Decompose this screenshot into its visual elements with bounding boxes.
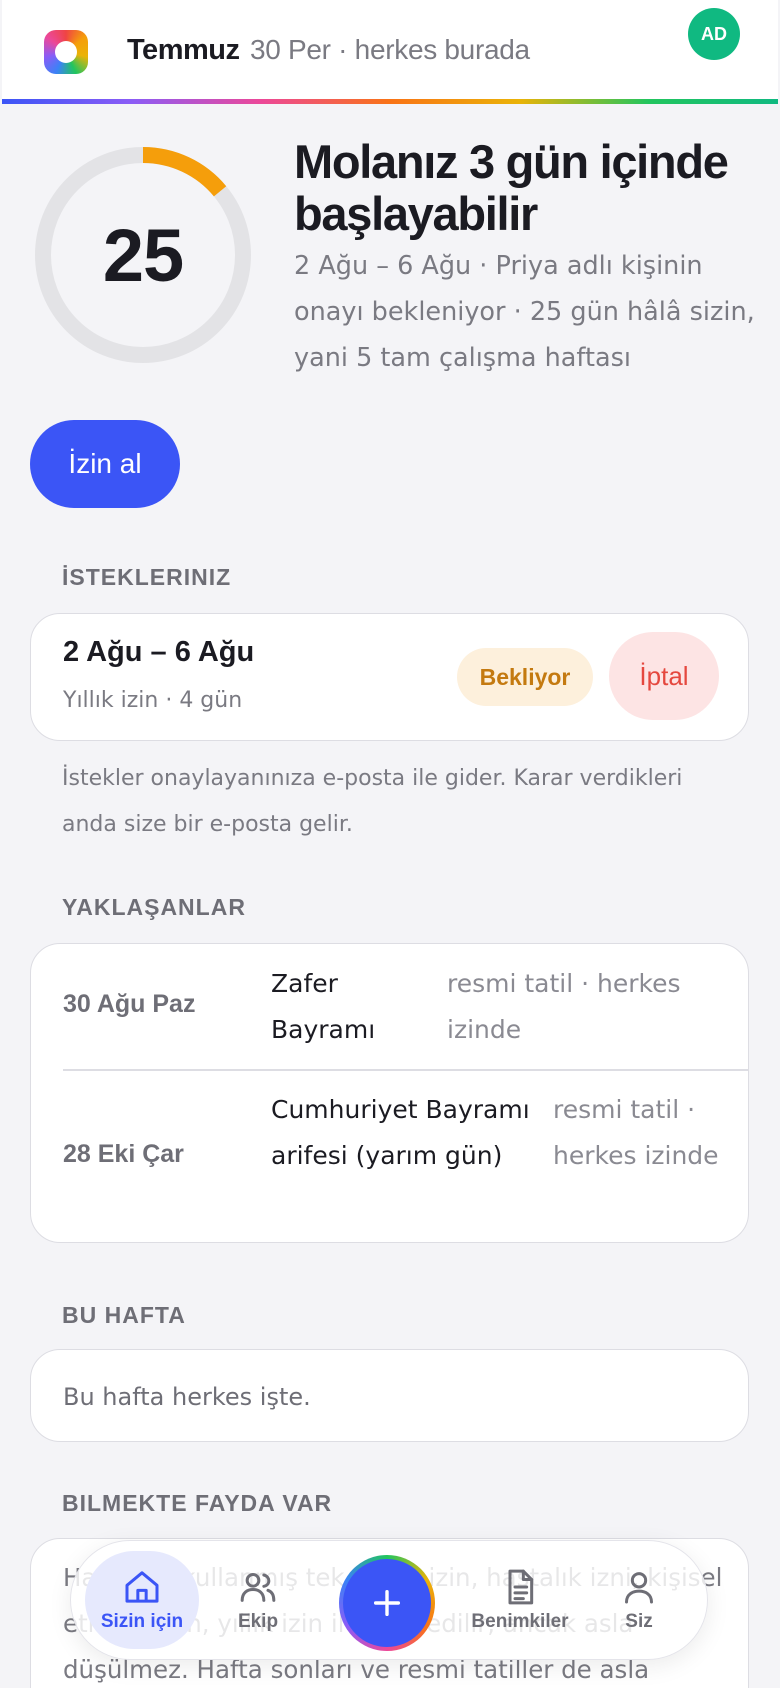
holiday-date: 28 Eki Çar bbox=[63, 1140, 184, 1168]
request-card: 2 Ağu – 6 Ağu Yıllık izin · 4 gün Bekliy… bbox=[30, 613, 749, 741]
upcoming-card: 30 Ağu Paz Zafer Bayramı resmi tatil · h… bbox=[30, 943, 749, 1243]
nav-item-mine[interactable]: Benimkiler bbox=[455, 1541, 585, 1659]
home-icon bbox=[125, 1571, 159, 1603]
request-dates: 2 Ağu – 6 Ağu bbox=[63, 636, 255, 668]
nav-item-for-you[interactable]: Sizin için bbox=[82, 1541, 202, 1659]
fab-inner bbox=[343, 1559, 431, 1647]
nav-label: Sizin için bbox=[100, 1611, 184, 1632]
bottom-nav: Sizin için Ekip Benimkiler Siz bbox=[70, 1540, 708, 1660]
holiday-name: Zafer Bayramı bbox=[271, 969, 376, 1044]
status-badge: Bekliyor bbox=[457, 648, 593, 706]
nav-label: Ekip bbox=[237, 1611, 279, 1632]
holiday-date: 30 Ağu Paz bbox=[63, 990, 196, 1018]
holiday-name: Cumhuriyet Bayramı arifesi (yarım gün) bbox=[271, 1095, 530, 1170]
nav-label: Benimkiler bbox=[471, 1611, 569, 1632]
add-request-fab[interactable] bbox=[339, 1555, 435, 1651]
row-divider bbox=[63, 1069, 748, 1071]
cancel-request-button[interactable]: İptal bbox=[609, 632, 719, 720]
this-week-section-label: BU HAFTA bbox=[62, 1302, 186, 1328]
header-subtitle: 30 Per · herkes burada bbox=[250, 34, 530, 65]
user-icon bbox=[625, 1572, 653, 1604]
requests-note: İstekler onaylayanınıza e-posta ile gide… bbox=[62, 766, 683, 837]
days-remaining-value: 25 bbox=[102, 213, 184, 297]
rainbow-divider bbox=[2, 99, 778, 104]
holiday-desc: resmi tatil · herkes izinde bbox=[553, 1095, 719, 1170]
holiday-desc: resmi tatil · herkes izinde bbox=[447, 969, 681, 1044]
app-logo bbox=[44, 30, 88, 74]
avatar[interactable]: AD bbox=[688, 8, 740, 60]
requests-section-label: İSTEKLERINIZ bbox=[62, 564, 232, 590]
nav-item-team[interactable]: Ekip bbox=[198, 1541, 318, 1659]
document-icon bbox=[508, 1569, 534, 1605]
users-icon bbox=[240, 1573, 276, 1602]
request-leave-button[interactable]: İzin al bbox=[30, 420, 180, 508]
nav-label: Siz bbox=[625, 1611, 653, 1632]
plus-icon bbox=[373, 1589, 401, 1617]
nav-item-you[interactable]: Siz bbox=[579, 1541, 699, 1659]
month-title: Temmuz bbox=[127, 34, 240, 66]
hero-description: 2 Ağu – 6 Ağu · Priya adlı kişinin onayı… bbox=[294, 251, 755, 373]
tips-section-label: BILMEKTE FAYDA VAR bbox=[62, 1490, 333, 1516]
this-week-card: Bu hafta herkes işte. bbox=[30, 1349, 749, 1442]
top-bar: Temmuz 30 Per · herkes burada AD bbox=[2, 0, 778, 100]
app-frame: Temmuz 30 Per · herkes burada AD 25 Mola… bbox=[0, 0, 780, 1688]
request-meta: Yıllık izin · 4 gün bbox=[63, 688, 243, 713]
upcoming-section-label: YAKLAŞANLAR bbox=[62, 894, 246, 920]
hero-title: Molanız 3 gün içinde başlayabilir bbox=[294, 135, 729, 240]
this-week-text: Bu hafta herkes işte. bbox=[63, 1383, 311, 1411]
